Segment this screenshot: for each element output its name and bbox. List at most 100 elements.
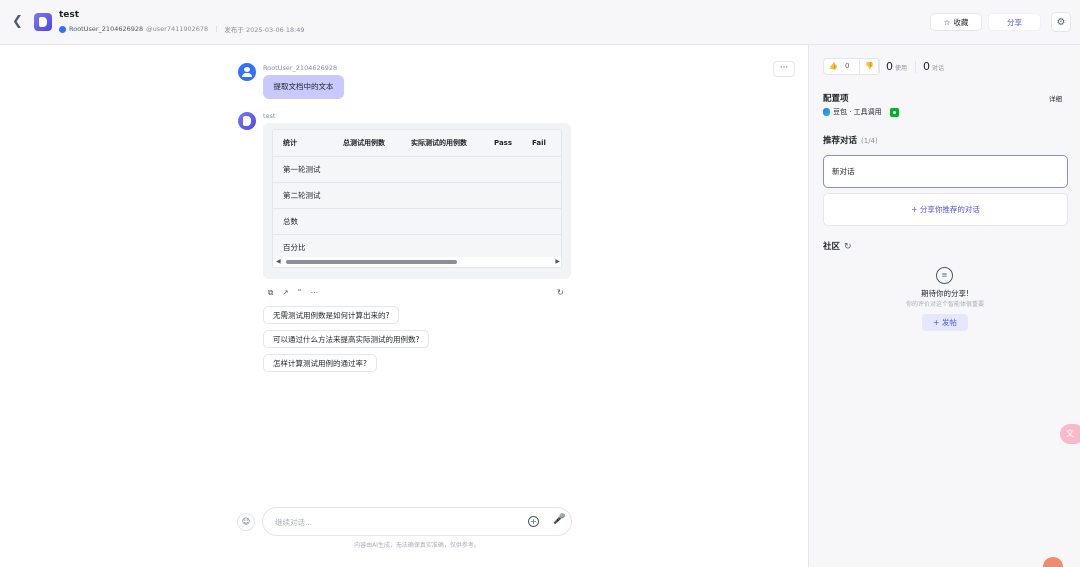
table-horizontal-scrollbar[interactable]: ◀ ▶ — [273, 257, 561, 267]
bot-message: 统计 总测试用例数 实际测试的用例数 Pass Fail 第一轮测试 第二轮测试 — [263, 123, 571, 279]
share-recommendation-button[interactable]: + 分享你推荐的对话 — [823, 193, 1068, 226]
table-header-cell: Pass — [484, 130, 522, 157]
divider — [878, 61, 879, 73]
table-cell — [484, 208, 522, 235]
regenerate-icon[interactable]: ↻ — [557, 288, 564, 297]
result-table: 统计 总测试用例数 实际测试的用例数 Pass Fail 第一轮测试 第二轮测试 — [273, 130, 561, 261]
like-count: 0 — [844, 62, 850, 70]
share-icon[interactable]: ↗ — [282, 288, 288, 298]
bot-title: test — [59, 10, 80, 20]
community-empty-title: 期待你的分享! — [920, 289, 969, 298]
table-cell — [333, 182, 401, 209]
scrollbar-thumb[interactable] — [286, 260, 457, 264]
uses-label: 使用 — [895, 65, 908, 72]
table-cell — [401, 156, 484, 183]
post-button[interactable]: + 发帖 — [922, 314, 968, 331]
divider — [915, 61, 916, 73]
uses-stat: 0 使用 — [886, 60, 907, 73]
user-avatar — [238, 63, 256, 81]
gear-icon[interactable]: ⚙ — [1051, 12, 1071, 32]
detail-link[interactable]: 详细 — [1049, 93, 1062, 103]
user-name: RootUser_2104626928 — [263, 64, 338, 72]
community-heading: 社区 ↻ — [823, 240, 852, 252]
chevron-left-icon[interactable]: ❮ — [12, 14, 26, 30]
verified-icon — [59, 25, 66, 33]
chat-composer: + 🎤 — [262, 507, 572, 536]
table-header-row: 统计 总测试用例数 实际测试的用例数 Pass Fail — [273, 130, 561, 157]
table-cell — [522, 182, 561, 209]
message-actions: ⧉ ↗ “ ⋯ — [268, 288, 318, 298]
more-options-button[interactable]: ··· — [773, 61, 795, 77]
chat-panel: ··· RootUser_2104626928 提取文档中的文本 test 统计… — [0, 45, 808, 567]
meta-divider: | — [215, 25, 218, 33]
bot-name: test — [263, 112, 276, 120]
table-cell — [484, 182, 522, 209]
uses-count: 0 — [886, 60, 893, 73]
scroll-left-icon[interactable]: ◀ — [276, 258, 281, 265]
microphone-icon[interactable]: 🎤 — [553, 514, 565, 525]
table-cell — [484, 156, 522, 183]
share-button[interactable]: 分享 — [988, 13, 1041, 31]
more-icon[interactable]: ⋯ — [311, 288, 319, 298]
refresh-icon[interactable]: ↻ — [844, 242, 852, 252]
community-title: 社区 — [823, 242, 841, 252]
chat-input[interactable] — [275, 515, 515, 529]
bot-message-avatar — [238, 112, 256, 130]
comment-icon: ≡ — [936, 267, 953, 284]
add-attachment-icon[interactable]: + — [528, 516, 539, 527]
table-cell — [401, 182, 484, 209]
top-header: ❮ test RootUser_2104626928 @user74119026… — [0, 0, 1080, 45]
dislike-button[interactable]: 👎 — [860, 59, 879, 74]
table-cell: 第二轮测试 — [273, 182, 333, 209]
copy-icon[interactable]: ⧉ — [268, 288, 273, 298]
suggestion-chip[interactable]: 可以通过什么方法来提高实际测试的用例数? — [263, 330, 430, 348]
bot-avatar — [34, 13, 52, 31]
table-cell — [333, 208, 401, 235]
model-config: 豆包 · 工具调用 — [823, 107, 899, 117]
recommend-title: 推荐对话 — [823, 136, 858, 146]
bot-meta: RootUser_2104626928 @user7411902678 | 发布… — [59, 24, 305, 34]
community-empty-subtitle: 你的评价对这个智能体很重要 — [905, 301, 984, 308]
star-icon: ☆ — [943, 17, 951, 27]
ai-disclaimer: 内容由AI生成，无法确保真实准确，仅供参考。 — [354, 542, 480, 549]
favorite-button[interactable]: ☆ 收藏 — [930, 13, 982, 31]
quote-icon[interactable]: “ — [298, 288, 302, 298]
table-cell: 第一轮测试 — [273, 156, 333, 183]
author-name[interactable]: RootUser_2104626928 — [69, 25, 143, 33]
table-cell — [522, 156, 561, 183]
rating-group: 👍 0 👎 — [823, 58, 881, 75]
conversations-label: 对话 — [932, 65, 945, 72]
favorite-label: 收藏 — [953, 17, 969, 27]
info-sidebar: 👍 0 👎 0 使用 0 对话 配置项 详细 豆包 · 工具调用 推荐对话 (1/… — [808, 45, 1080, 567]
user-message: 提取文档中的文本 — [263, 75, 344, 99]
table-cell — [333, 156, 401, 183]
like-button[interactable]: 👍 0 — [824, 59, 859, 74]
table-header-cell: 统计 — [273, 130, 333, 157]
table-row: 第二轮测试 — [273, 182, 561, 209]
suggestion-chip[interactable]: 怎样计算测试用例的通过率? — [263, 354, 377, 372]
table-cell — [522, 208, 561, 235]
model-label: 豆包 · 工具调用 — [833, 108, 882, 116]
recommend-count: (1/4) — [861, 137, 878, 145]
table-header-cell: Fail — [522, 130, 561, 157]
new-topic-icon[interactable]: ☺ — [237, 513, 255, 531]
app-root: ❮ test RootUser_2104626928 @user74119026… — [0, 0, 1080, 567]
conversations-stat: 0 对话 — [923, 60, 944, 73]
table-cell — [401, 208, 484, 235]
table-header-cell: 总测试用例数 — [333, 130, 401, 157]
doubao-icon — [823, 108, 830, 116]
conversations-count: 0 — [923, 60, 930, 73]
author-handle: @user7411902678 — [146, 25, 209, 33]
plugin-icon[interactable] — [889, 107, 899, 117]
translate-icon[interactable]: 文 — [1060, 424, 1080, 444]
table-cell: 总数 — [273, 208, 333, 235]
table-row: 总数 — [273, 208, 561, 235]
recommended-conversation[interactable]: 新对话 — [823, 155, 1068, 188]
result-table-container[interactable]: 统计 总测试用例数 实际测试的用例数 Pass Fail 第一轮测试 第二轮测试 — [272, 129, 562, 268]
suggestion-chip[interactable]: 无需测试用例数是如何计算出来的? — [263, 306, 400, 324]
table-header-cell: 实际测试的用例数 — [401, 130, 484, 157]
scroll-right-icon[interactable]: ▶ — [555, 258, 560, 265]
recommend-heading: 推荐对话 (1/4) — [823, 134, 878, 146]
publish-date: 发布于 2025-03-06 18:49 — [224, 26, 305, 34]
table-row: 第一轮测试 — [273, 156, 561, 183]
